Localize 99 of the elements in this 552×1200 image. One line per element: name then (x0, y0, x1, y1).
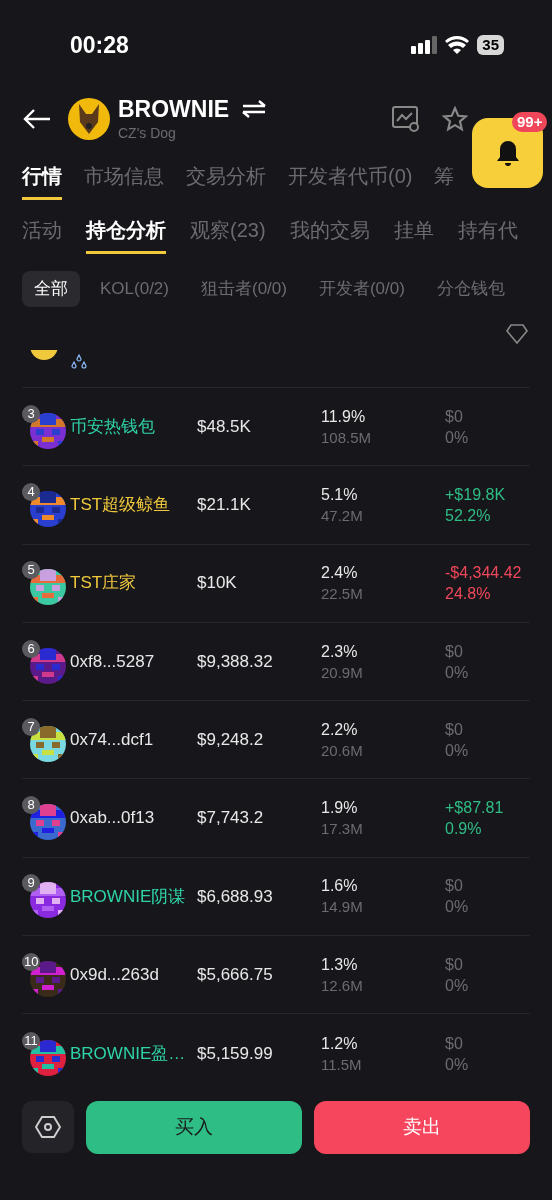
diamond-icon[interactable] (506, 324, 528, 344)
holding-value: $21.1K (197, 494, 252, 517)
holding-share: 1.6% (321, 876, 359, 897)
pnl-value: $0 (445, 1033, 464, 1054)
holding-amount: 22.5M (321, 584, 364, 605)
holder-name[interactable]: 0x9d...263d (70, 961, 197, 988)
subtab[interactable]: 挂单 (393, 215, 434, 254)
holding-amount: 17.3M (321, 819, 364, 840)
rank-badge: 9 (22, 874, 40, 893)
pnl-value: +$19.8K (445, 484, 506, 505)
holding-value: $6,688.93 (197, 885, 274, 908)
holding-amount: 20.6M (321, 740, 364, 761)
signal-icon (411, 36, 438, 54)
status-time: 00:28 (70, 30, 129, 60)
filter-chip[interactable]: 狙击者(0/0) (189, 271, 299, 307)
subtab[interactable]: 活动 (22, 215, 62, 254)
rank-badge: 10 (22, 952, 41, 971)
token-subtitle: CZ's Dog (118, 123, 177, 143)
tab[interactable]: 交易分析 (186, 161, 266, 200)
holding-value: $7,743.2 (197, 807, 265, 830)
holding-value: $5,159.99 (197, 1042, 274, 1065)
holding-amount: 11.5M (321, 1054, 363, 1075)
back-arrow-icon[interactable] (22, 107, 52, 131)
holder-name[interactable]: TST超级鲸鱼 (70, 492, 197, 518)
tab[interactable]: 筹 (434, 161, 455, 200)
pnl-percent: 0% (445, 975, 469, 996)
settings-button[interactable] (22, 1101, 74, 1154)
holding-value: $9,248.2 (197, 729, 265, 752)
holding-share: 5.1% (321, 484, 359, 505)
drops-icon (70, 354, 88, 370)
bell-icon (494, 139, 521, 167)
tab[interactable]: 开发者代币(0) (288, 161, 413, 200)
rank-badge: 3 (22, 404, 40, 423)
holding-share: 1.3% (321, 954, 359, 975)
token-title: BROWNIE (118, 94, 230, 123)
pnl-value: -$4,344.42 (445, 563, 522, 584)
holder-name[interactable]: 0xab...0f13 (70, 805, 197, 831)
holding-value: $48.5K (197, 415, 252, 438)
tab[interactable]: 行情 (22, 161, 62, 200)
pnl-value: $0 (445, 876, 464, 897)
holding-value: $9,388.32 (197, 650, 274, 673)
filter-chip[interactable]: 开发者(0/0) (306, 271, 417, 307)
holding-value: $10K (197, 572, 238, 595)
rank-badge: 11 (22, 1031, 40, 1050)
hexagon-icon (35, 1115, 61, 1140)
sell-button[interactable]: 卖出 (314, 1100, 530, 1154)
subtab[interactable]: 持有代 (457, 215, 518, 254)
holder-name[interactable]: TST庄家 (70, 570, 197, 596)
pnl-percent: 52.2% (445, 505, 492, 526)
holding-share: 2.2% (321, 719, 359, 740)
pnl-value: +$87.81 (445, 798, 504, 819)
chart-eye-icon[interactable] (392, 106, 420, 132)
rank-badge: 8 (22, 796, 40, 815)
notification-button[interactable] (472, 118, 543, 188)
pnl-percent: 0.9% (445, 819, 483, 840)
pnl-percent: 24.8% (445, 584, 492, 605)
holding-amount: 47.2M (321, 505, 364, 526)
holding-amount: 14.9M (321, 897, 364, 918)
holding-amount: 20.9M (321, 662, 364, 683)
holding-amount: 12.6M (321, 975, 364, 996)
holding-amount: 108.5M (321, 427, 373, 448)
pnl-percent: 0% (445, 740, 469, 761)
pnl-percent: 0% (445, 1054, 469, 1075)
token-logo (68, 98, 110, 140)
holding-share: 2.3% (321, 641, 359, 662)
battery-indicator: 35 (477, 35, 504, 55)
subtab[interactable]: 持仓分析 (86, 215, 166, 254)
holding-share: 11.9% (321, 406, 367, 427)
tab[interactable]: 市场信息 (84, 161, 164, 200)
holder-name[interactable]: 币安热钱包 (70, 413, 197, 440)
holding-share: 1.2% (321, 1033, 359, 1054)
holder-name[interactable]: 0x74...dcf1 (70, 727, 197, 753)
holding-share: 1.9% (321, 798, 359, 819)
filter-chip[interactable]: 全部 (22, 271, 80, 307)
pnl-value: $0 (445, 641, 464, 662)
pnl-value: $0 (445, 954, 464, 975)
holding-share: 2.4% (321, 563, 359, 584)
pnl-value: $0 (445, 719, 464, 740)
pnl-percent: 0% (445, 662, 469, 683)
buy-button[interactable]: 买入 (86, 1100, 302, 1154)
holder-name[interactable]: BROWNIE盈… (70, 1040, 197, 1067)
holder-name[interactable]: 0xf8...5287 (70, 648, 197, 675)
swap-icon[interactable] (241, 98, 268, 119)
rank-badge: 7 (22, 717, 40, 736)
subtab[interactable]: 观察(23) (190, 215, 266, 254)
rank-badge: 4 (22, 482, 40, 501)
wifi-icon (445, 36, 470, 54)
filter-chip[interactable]: 分仓钱包 (424, 271, 517, 307)
pnl-value: $0 (445, 406, 464, 427)
notification-badge: 99+ (512, 112, 548, 132)
rank-badge: 5 (22, 561, 40, 580)
rank-badge: 6 (22, 639, 40, 658)
pnl-percent: 0% (445, 427, 469, 448)
star-icon[interactable] (442, 106, 468, 132)
holder-name[interactable]: BROWNIE阴谋 (70, 883, 197, 910)
pnl-percent: 0% (445, 897, 469, 918)
holding-value: $5,666.75 (197, 963, 274, 986)
subtab[interactable]: 我的交易 (289, 215, 370, 254)
filter-chip[interactable]: KOL(0/2) (88, 271, 181, 307)
